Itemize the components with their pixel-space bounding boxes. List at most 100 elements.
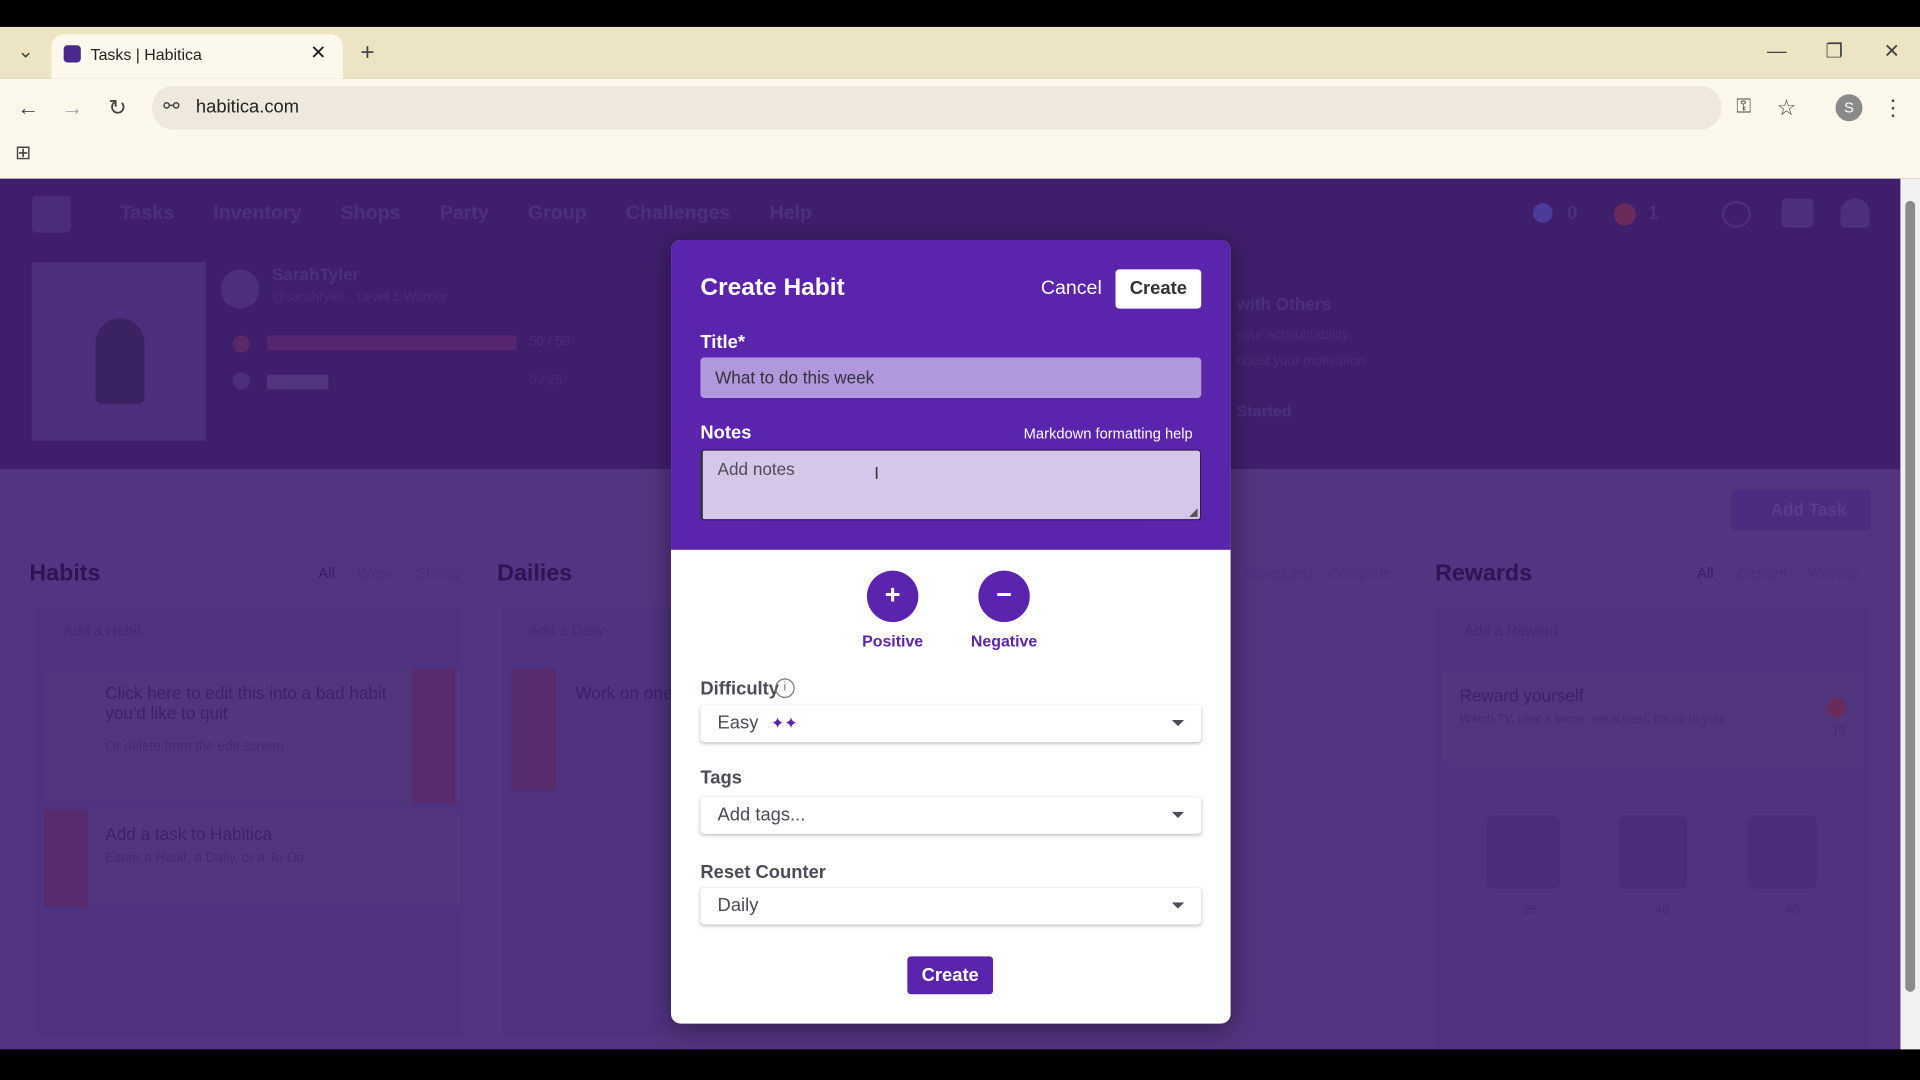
nav-inventory[interactable]: Inventory xyxy=(213,203,301,225)
add-reward-input[interactable]: Add a Reward xyxy=(1464,622,1557,639)
rewards-title: Rewards xyxy=(1435,560,1533,587)
tags-select[interactable]: Add tags... xyxy=(700,797,1202,834)
shop-item-price: 40 xyxy=(1785,903,1799,918)
gold-count: 1 xyxy=(1648,203,1659,225)
apps-grid-icon[interactable]: ⊞ xyxy=(10,142,37,166)
difficulty-select[interactable]: Easy ✦✦ xyxy=(700,705,1202,743)
forward-icon[interactable]: → xyxy=(59,96,86,120)
scrollbar-thumb[interactable] xyxy=(1905,200,1916,992)
back-icon[interactable]: ← xyxy=(15,96,42,120)
page-scrollbar[interactable] xyxy=(1900,178,1920,1050)
main-nav: Tasks Inventory Shops Party Group Challe… xyxy=(120,203,812,225)
close-window-icon[interactable]: ✕ xyxy=(1878,40,1905,64)
reward-item[interactable]: Reward yourself Watch TV, play a game, e… xyxy=(1442,668,1864,767)
reward-note: Watch TV, play a game, eat a treat, it's… xyxy=(1459,712,1726,727)
positive-button[interactable]: + xyxy=(866,570,919,623)
profile-subtitle: @sarahtyler · Level 1 Warrior xyxy=(271,290,448,305)
habit-positive-control[interactable] xyxy=(44,809,89,908)
site-info-icon[interactable]: ⚯ xyxy=(159,96,183,120)
reward-price: 10 xyxy=(1831,724,1846,739)
habit-title: Click here to edit this into a bad habit… xyxy=(105,683,387,723)
habits-filter-strong[interactable]: Strong xyxy=(416,564,459,581)
notifications-icon[interactable] xyxy=(1781,198,1814,228)
minimize-icon[interactable]: — xyxy=(1763,40,1790,64)
nav-help[interactable]: Help xyxy=(770,203,812,225)
reward-title: Reward yourself xyxy=(1459,685,1584,706)
notes-textarea[interactable]: Add notes I ◢ xyxy=(700,449,1202,521)
habit-item[interactable]: Click here to edit this into a bad habit… xyxy=(44,668,461,804)
todos-filter-complete[interactable]: Complete xyxy=(1329,564,1392,581)
habit-negative-control[interactable] xyxy=(411,668,456,804)
tags-label: Tags xyxy=(700,767,742,789)
reload-icon[interactable]: ↻ xyxy=(104,96,131,120)
health-value: 50 / 50 xyxy=(528,334,571,349)
sync-icon[interactable] xyxy=(1721,200,1752,228)
url-text: habitica.com xyxy=(195,96,300,118)
habitica-logo-icon[interactable] xyxy=(31,195,72,233)
shop-item-icon[interactable] xyxy=(1748,815,1818,889)
class-badge-icon xyxy=(220,269,260,309)
gold-icon xyxy=(1613,203,1636,226)
profile-name: SarahTyler xyxy=(271,264,360,285)
browser-tab[interactable]: Tasks | Habitica ✕ xyxy=(51,34,343,79)
markdown-help-link[interactable]: Markdown formatting help xyxy=(1024,425,1193,442)
user-icon[interactable] xyxy=(1840,198,1870,228)
create-button-top[interactable]: Create xyxy=(1115,269,1202,309)
create-habit-dialog: Create Habit Cancel Create Title* What t… xyxy=(671,240,1231,1024)
add-habit-input[interactable]: Add a Habit xyxy=(64,622,141,639)
add-task-button[interactable]: Add Task xyxy=(1731,489,1872,531)
nav-shops[interactable]: Shops xyxy=(341,203,401,225)
guide-link[interactable]: Started xyxy=(1237,402,1292,420)
nav-tasks[interactable]: Tasks xyxy=(120,203,174,225)
menu-dots-icon[interactable]: ⋮ xyxy=(1881,96,1905,120)
title-input[interactable]: What to do this week xyxy=(700,357,1202,398)
new-tab-icon[interactable]: + xyxy=(355,40,379,64)
rewards-filter-wishlist[interactable]: Wishlist xyxy=(1807,564,1858,581)
nav-challenges[interactable]: Challenges xyxy=(626,203,731,225)
guide-title: with Others xyxy=(1236,293,1332,314)
habit-note: Either a Habit, a Daily, or a To Do xyxy=(105,851,304,866)
daily-checkbox[interactable] xyxy=(511,668,556,792)
create-button-bottom[interactable]: Create xyxy=(907,956,994,995)
health-icon xyxy=(232,335,250,353)
experience-value: 0 / 25 xyxy=(528,373,563,389)
health-bar xyxy=(266,335,517,351)
tab-search-icon[interactable]: ⌄ xyxy=(12,40,39,64)
habits-filter-weak[interactable]: Weak xyxy=(358,564,395,581)
notes-label: Notes xyxy=(700,422,752,444)
add-daily-input[interactable]: Add a Daily xyxy=(529,622,604,639)
experience-icon xyxy=(232,372,250,390)
daily-title: Work on one xyxy=(575,683,673,703)
info-icon[interactable]: i xyxy=(775,678,795,698)
avatar[interactable] xyxy=(31,262,206,441)
close-tab-icon[interactable]: ✕ xyxy=(306,42,330,66)
bookmark-star-icon[interactable]: ☆ xyxy=(1773,96,1800,120)
nav-party[interactable]: Party xyxy=(440,203,489,225)
resize-handle-icon[interactable]: ◢ xyxy=(1189,506,1197,519)
positive-label: Positive xyxy=(862,631,924,651)
tab-title: Tasks | Habitica xyxy=(90,45,202,64)
address-bar[interactable]: ⚯ habitica.com ⚿ xyxy=(151,85,1751,130)
shop-item-icon[interactable] xyxy=(1486,815,1561,889)
reset-counter-select[interactable]: Daily xyxy=(700,887,1202,925)
shop-item-price: 40 xyxy=(1655,903,1670,918)
negative-button[interactable]: − xyxy=(978,570,1030,623)
password-key-icon[interactable]: ⚿ xyxy=(1731,96,1755,120)
shop-item-icon[interactable] xyxy=(1618,815,1688,889)
dialog-title: Create Habit xyxy=(700,274,845,302)
rewards-filter-all[interactable]: All xyxy=(1697,564,1713,581)
habits-column: Add a Habit Click here to edit this into… xyxy=(36,607,463,1036)
nav-group[interactable]: Group xyxy=(528,203,587,225)
rewards-column: Add a Reward Reward yourself Watch TV, p… xyxy=(1435,607,1872,1049)
rewards-filter-custom[interactable]: Custom xyxy=(1736,564,1787,581)
habit-item[interactable]: Add a task to Habitica Either a Habit, a… xyxy=(44,809,461,908)
todos-filter-scheduled[interactable]: Scheduled xyxy=(1243,564,1312,581)
text-cursor-icon: I xyxy=(874,462,880,483)
chevron-down-icon xyxy=(1171,902,1185,909)
profile-avatar-icon[interactable]: S xyxy=(1835,94,1863,122)
title-label: Title* xyxy=(700,331,745,353)
dailies-title: Dailies xyxy=(497,560,573,587)
restore-icon[interactable]: ❐ xyxy=(1821,40,1848,64)
habits-filter-all[interactable]: All xyxy=(318,564,334,581)
cancel-button[interactable]: Cancel xyxy=(1041,278,1102,300)
